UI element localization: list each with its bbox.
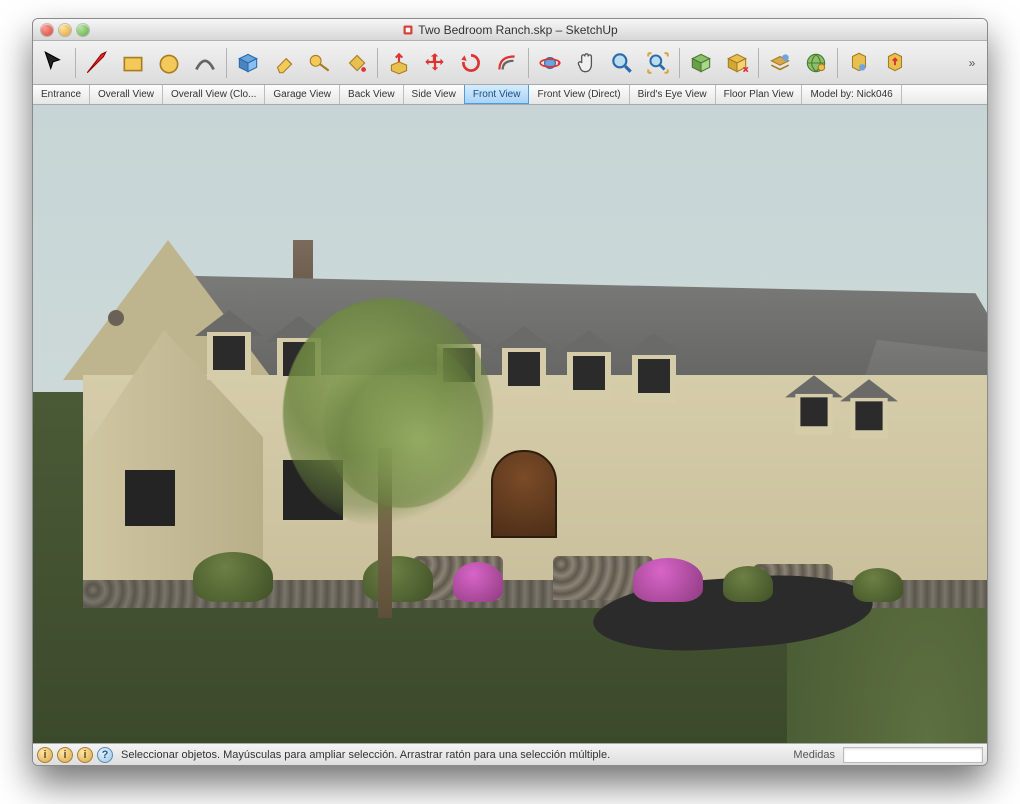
scene-tab-model-by[interactable]: Model by: Nick046 xyxy=(802,85,901,104)
measurements-label: Medidas xyxy=(789,749,839,761)
shrub xyxy=(853,568,903,602)
zoom-extents-tool[interactable] xyxy=(641,46,675,80)
rotate-tool[interactable] xyxy=(454,46,488,80)
offset-tool[interactable] xyxy=(490,46,524,80)
minimize-button[interactable] xyxy=(59,24,71,36)
shrub xyxy=(633,558,703,602)
pan-tool[interactable] xyxy=(569,46,603,80)
dormer xyxy=(628,333,680,403)
status-button-3[interactable]: i xyxy=(77,747,93,763)
scene-tab-back-view[interactable]: Back View xyxy=(340,85,404,104)
zoom-button[interactable] xyxy=(77,24,89,36)
circle-tool[interactable] xyxy=(152,46,186,80)
dormer xyxy=(563,330,615,400)
toolbar-separator xyxy=(75,48,76,78)
get-models-tool[interactable] xyxy=(720,46,754,80)
scene-tab-side-view[interactable]: Side View xyxy=(404,85,465,104)
sketchup-file-icon xyxy=(402,24,414,36)
scene-tab-garage-view[interactable]: Garage View xyxy=(265,85,340,104)
layers-tool[interactable] xyxy=(763,46,797,80)
scene-tab-front-view[interactable]: Front View xyxy=(464,85,530,104)
status-bar: i i i ? Seleccionar objetos. Mayúsculas … xyxy=(33,743,987,765)
eraser-tool[interactable] xyxy=(267,46,301,80)
toolbar-separator xyxy=(837,48,838,78)
toolbar-overflow-button[interactable]: » xyxy=(961,56,983,70)
gable-vent-icon xyxy=(108,310,124,326)
measurements-input[interactable] xyxy=(843,747,983,763)
scene-tab-overall-view-closed[interactable]: Overall View (Clo... xyxy=(163,85,265,104)
status-button-2[interactable]: i xyxy=(57,747,73,763)
zoom-tool[interactable] xyxy=(605,46,639,80)
arc-tool[interactable] xyxy=(188,46,222,80)
toolbar-separator xyxy=(528,48,529,78)
front-door xyxy=(491,450,557,538)
scene-tabs: Entrance Overall View Overall View (Clo.… xyxy=(33,85,987,105)
close-button[interactable] xyxy=(41,24,53,36)
dormer xyxy=(792,375,836,435)
move-tool[interactable] xyxy=(418,46,452,80)
status-button-1[interactable]: i xyxy=(37,747,53,763)
help-button[interactable]: ? xyxy=(97,747,113,763)
make-component-tool[interactable] xyxy=(231,46,265,80)
toolbar-separator xyxy=(679,48,680,78)
select-tool[interactable] xyxy=(37,46,71,80)
paint-bucket-tool[interactable] xyxy=(339,46,373,80)
titlebar: Two Bedroom Ranch.skp – SketchUp xyxy=(33,19,987,41)
scene-tab-overall-view[interactable]: Overall View xyxy=(90,85,163,104)
model-viewport[interactable] xyxy=(33,105,987,743)
dormer xyxy=(498,326,550,396)
window-controls xyxy=(41,24,89,36)
line-tool[interactable] xyxy=(80,46,114,80)
scene-tab-birds-eye-view[interactable]: Bird's Eye View xyxy=(630,85,716,104)
scene-tab-front-view-direct[interactable]: Front View (Direct) xyxy=(529,85,629,104)
house-model xyxy=(53,210,987,608)
toolbar-separator xyxy=(758,48,759,78)
main-toolbar: » xyxy=(33,41,987,85)
dormer xyxy=(203,310,255,380)
window-title-text: Two Bedroom Ranch.skp – SketchUp xyxy=(418,23,617,37)
window-title: Two Bedroom Ranch.skp – SketchUp xyxy=(33,23,987,37)
toolbar-separator xyxy=(377,48,378,78)
rectangle-tool[interactable] xyxy=(116,46,150,80)
tree xyxy=(283,298,493,618)
shadows-tool[interactable] xyxy=(878,46,912,80)
add-location-tool[interactable] xyxy=(684,46,718,80)
scene-tab-floor-plan-view[interactable]: Floor Plan View xyxy=(716,85,803,104)
orbit-tool[interactable] xyxy=(533,46,567,80)
scenes-tool[interactable] xyxy=(842,46,876,80)
dormer xyxy=(847,379,891,439)
tape-measure-tool[interactable] xyxy=(303,46,337,80)
status-hint: Seleccionar objetos. Mayúsculas para amp… xyxy=(117,749,785,761)
outliner-tool[interactable] xyxy=(799,46,833,80)
shrub xyxy=(723,566,773,602)
push-pull-tool[interactable] xyxy=(382,46,416,80)
shrub xyxy=(193,552,273,602)
window xyxy=(125,470,175,526)
scene-tab-entrance[interactable]: Entrance xyxy=(33,85,90,104)
app-window: Two Bedroom Ranch.skp – SketchUp xyxy=(32,18,988,766)
toolbar-separator xyxy=(226,48,227,78)
